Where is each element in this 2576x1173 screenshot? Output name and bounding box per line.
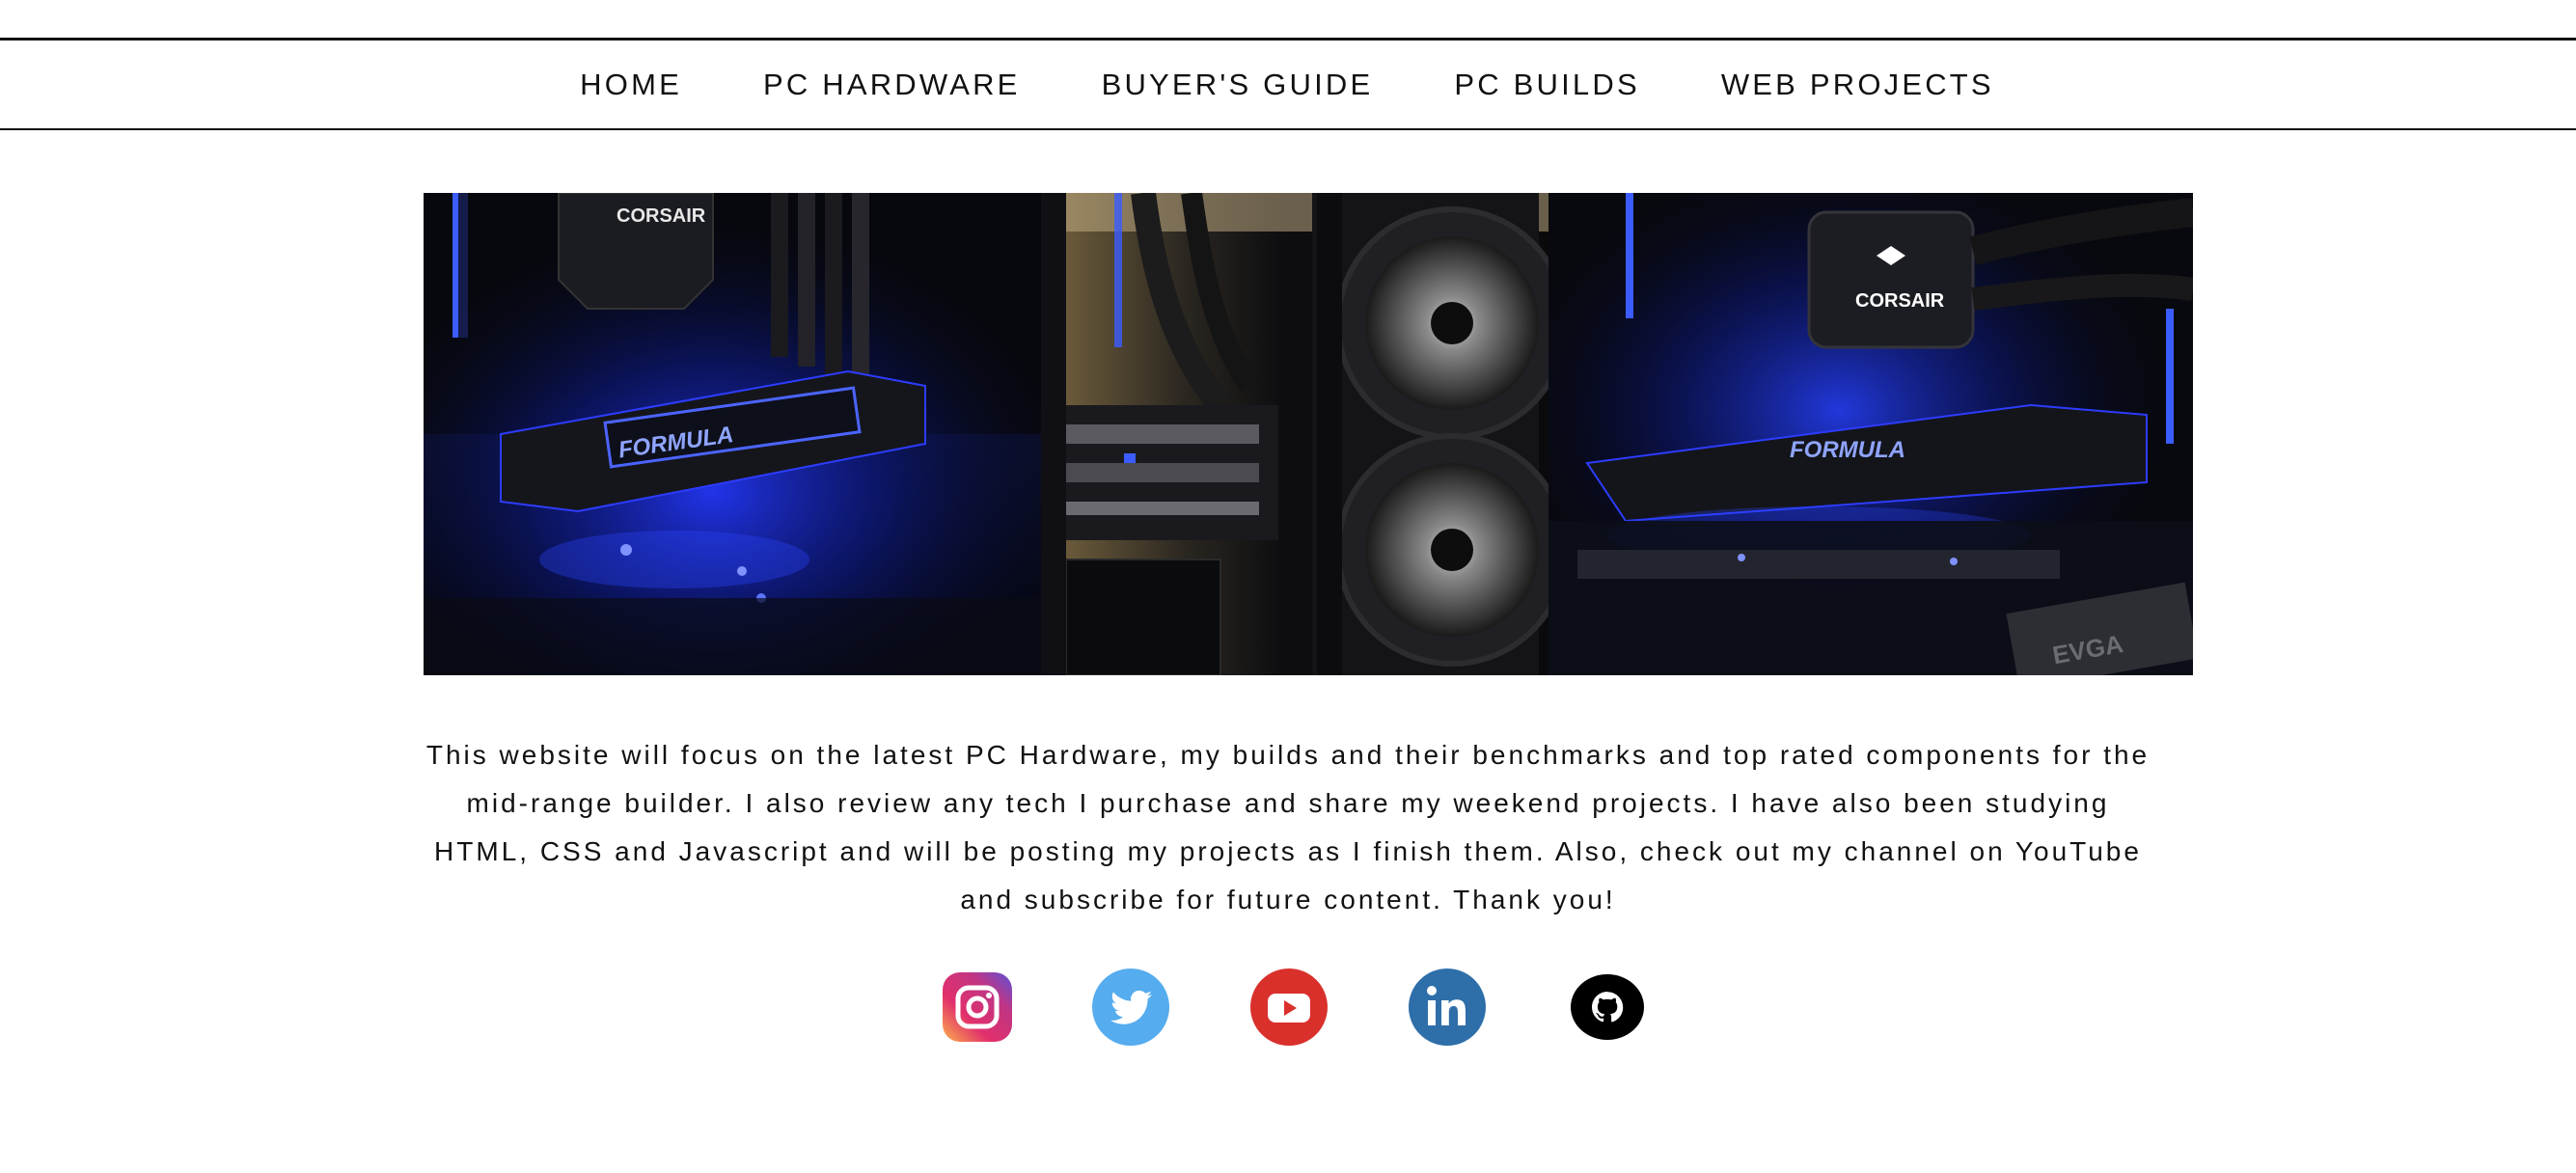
formula-label-right: FORMULA: [1790, 437, 1905, 463]
nav-list: HOME PC HARDWARE BUYER'S GUIDE PC BUILDS…: [580, 68, 1994, 102]
motherboard-photo-left: CORSAIR FORMULA: [424, 193, 1066, 675]
youtube-link[interactable]: [1250, 968, 1328, 1046]
hero-photo-fans-center: [1066, 193, 1548, 675]
linkedin-link[interactable]: [1409, 968, 1486, 1046]
instagram-link[interactable]: [939, 968, 1016, 1046]
nav-item-pc-builds: PC BUILDS: [1454, 68, 1639, 102]
nav-item-buyers-guide: BUYER'S GUIDE: [1102, 68, 1374, 102]
nav-link-pc-hardware[interactable]: PC HARDWARE: [763, 68, 1021, 101]
hero-image-strip: CORSAIR FORMULA CORSAIR FORMULA EVGA: [424, 193, 2193, 675]
nav-item-web-projects: WEB PROJECTS: [1721, 68, 1994, 102]
top-navigation: HOME PC HARDWARE BUYER'S GUIDE PC BUILDS…: [0, 38, 2576, 130]
intro-paragraph: This website will focus on the latest PC…: [425, 740, 2151, 914]
social-links: [0, 968, 2576, 1046]
hero-photo-motherboard-left: CORSAIR FORMULA: [424, 193, 1066, 675]
twitter-link[interactable]: [1092, 968, 1169, 1046]
nav-link-web-projects[interactable]: WEB PROJECTS: [1721, 68, 1994, 101]
github-link[interactable]: [1569, 968, 1646, 1046]
hero-photo-motherboard-right: CORSAIR FORMULA EVGA: [1548, 193, 2193, 675]
github-icon: [1571, 974, 1644, 1040]
nav-link-buyers-guide[interactable]: BUYER'S GUIDE: [1102, 68, 1374, 101]
case-fans-photo: [1066, 193, 1548, 675]
linkedin-icon: [1409, 968, 1486, 1046]
instagram-icon: [943, 972, 1012, 1042]
youtube-icon: [1250, 968, 1328, 1046]
nav-link-pc-builds[interactable]: PC BUILDS: [1454, 68, 1639, 101]
corsair-logo-text: CORSAIR: [617, 205, 706, 227]
page: HOME PC HARDWARE BUYER'S GUIDE PC BUILDS…: [0, 0, 2576, 1173]
nav-item-home: HOME: [580, 68, 682, 102]
motherboard-photo-right: CORSAIR FORMULA EVGA: [1548, 193, 2193, 675]
corsair-logo-text-right: CORSAIR: [1855, 290, 1945, 312]
twitter-icon: [1092, 968, 1169, 1046]
nav-link-home[interactable]: HOME: [580, 68, 682, 101]
nav-item-pc-hardware: PC HARDWARE: [763, 68, 1021, 102]
